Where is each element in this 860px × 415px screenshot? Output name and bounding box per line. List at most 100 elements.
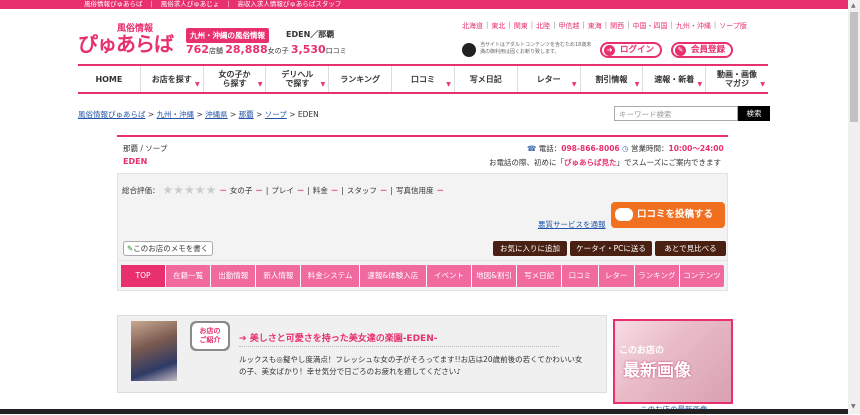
main-nav: HOME お店を探す ▼ 女の子から探す ▼ デリヘルで探す ▼ ランキング 口コミ ▼… [78,64,768,94]
breadcrumb-link[interactable]: ソープ [265,110,287,119]
vertical-scrollbar[interactable]: ▲ ▼ [848,0,860,414]
search-button[interactable]: 検索 [738,106,770,121]
area-links: 北海道 | 東北 | 関東 | 北陸 | 甲信越 | 東海 | 関西 | 中国・四国 | 九州・… [462,21,747,31]
nav-shop-search[interactable]: お店を探す ▼ [141,66,204,92]
memo-button[interactable]: ✎このお店のメモを書く [123,241,214,256]
nav-label: 女の子から探す [218,70,251,88]
area-link[interactable]: 北海道 [462,21,483,31]
tab-contents[interactable]: コンテンツ [680,265,724,287]
region-badge: 九州・沖縄の風俗情報 [186,28,269,43]
note-key: ぴゅあらば見た [564,158,617,167]
rating-label: 総合評価： [122,185,160,195]
nav-video-magazine[interactable]: 動画・画像マガジ ▼ [706,66,768,92]
breadcrumb-link[interactable]: 風俗情報ぴゅあらば [78,110,146,119]
login-label: ログイン [620,45,655,55]
nav-ranking[interactable]: ランキング [329,66,393,92]
top-links: 風俗情報ぴゅあらば | 風俗求人ぴゅあじょ | 高収入求人情報ぴゅあらばスタッフ [84,0,341,9]
tab-ranking[interactable]: ランキング [635,265,680,287]
top-bar: 風俗情報ぴゅあらば | 風俗求人ぴゅあじょ | 高収入求人情報ぴゅあらばスタッフ [0,0,860,9]
nav-reviews[interactable]: 口コミ ▼ [392,66,455,92]
latest-images-banner[interactable]: このお店の 最新画像 [613,319,733,404]
site-stats: 762店舗 28,888女の子 3,530口コミ [186,43,347,56]
area-link[interactable]: 関東 [514,21,528,31]
triangle-down-icon: ▼ [697,81,703,88]
shop-category: 那覇 / ソープ [123,144,168,153]
nav-discount[interactable]: 割引情報 ▼ [581,66,644,92]
triangle-down-icon: ▼ [571,81,577,88]
top-link-kyujin[interactable]: 風俗求人ぴゅあじょ [161,0,220,9]
nav-label: 写メ日記 [469,74,502,84]
rating-item: スタッフ [346,185,377,195]
area-link[interactable]: 東北 [491,21,505,31]
nav-girl-search[interactable]: 女の子から探す ▼ [204,66,267,92]
post-review-label: 口コミを投稿する [636,209,713,220]
area-link[interactable]: 甲信越 [558,21,579,31]
keyword-search-input[interactable]: キーワード検索 [614,106,738,121]
area-link[interactable]: ソープ版 [719,21,747,31]
tab-pricing[interactable]: 料金システム [301,265,360,287]
breadcrumb-current: EDEN [297,110,319,119]
nav-photo-diary[interactable]: 写メ日記 [455,66,518,92]
breadcrumb-link[interactable]: 那覇 [239,110,254,119]
intro-title: ➔ 美しさと可愛さを持った美女達の楽園-EDEN- [239,331,437,344]
star-icon: ★ [184,183,195,197]
site-logo[interactable]: ぴゅあらば [78,28,174,57]
tab-news-trial[interactable]: 速報&体験入店 [360,265,427,287]
rating-value: － [255,185,263,195]
rating-stars: ★★★★★ [163,184,217,196]
rating-item: 料金 [312,185,328,195]
register-button[interactable]: ✎ 会員登録 [671,42,734,58]
tab-newcomers[interactable]: 新人情報 [256,265,302,287]
intro-badge: お店の ご紹介 [190,321,230,351]
triangle-down-icon: ▼ [320,81,326,88]
tab-photo-diary[interactable]: 写メ日記 [517,265,563,287]
tab-top[interactable]: TOP [121,265,167,287]
breadcrumb: 風俗情報ぴゅあらば > 九州・沖縄 > 沖縄県 > 那覇 > ソープ > EDE… [78,110,319,119]
tab-reviews[interactable]: 口コミ [562,265,599,287]
add-favorite-button[interactable]: お気に入りに追加 [493,241,567,256]
nav-label: 割引情報 [595,74,628,84]
separator: | [150,0,153,8]
nav-home[interactable]: HOME [78,66,141,92]
area-link[interactable]: 九州・沖縄 [676,21,711,31]
tab-roster[interactable]: 在籍一覧 [166,265,212,287]
nav-letter[interactable]: レター ▼ [518,66,581,92]
send-to-mobile-button[interactable]: ケータイ・PCに送る [570,241,652,256]
triangle-down-icon: ▼ [257,81,263,88]
nav-news[interactable]: 速報・新着 ▼ [643,66,707,92]
scroll-up-icon[interactable]: ▲ [851,2,856,9]
arrow-icon: ➜ [604,45,615,56]
tab-events[interactable]: イベント [427,265,473,287]
rating-row: 総合評価： ★★★★★ － 女の子－ | プレイ－ | 料金－ | スタッフ－ | 写真… [122,183,444,197]
star-icon: ★ [162,183,174,197]
note-pre: お電話の際、初めに「 [489,158,564,167]
top-link-staff[interactable]: 高収入求人情報ぴゅあらばスタッフ [237,0,341,9]
nav-deli-search[interactable]: デリヘルで探す ▼ [266,66,330,92]
login-button[interactable]: ➜ ログイン [600,42,663,58]
shop-tel[interactable]: 098-866-8006 [561,144,619,153]
tab-map-discount[interactable]: 地図&割引 [472,265,518,287]
area-link[interactable]: 関西 [610,21,624,31]
top-link-fuzoku[interactable]: 風俗情報ぴゅあらば [84,0,143,9]
tab-schedule[interactable]: 出勤情報 [211,265,257,287]
compare-later-button[interactable]: あとで見比べる [655,241,726,256]
nav-label: デリヘルで探す [281,70,314,88]
shop-name: EDEN [123,157,148,166]
area-link[interactable]: 東海 [588,21,602,31]
shop-header: 那覇 / ソープ EDEN ☎ 電話：098-866-8006 ◷ 営業時間：1… [117,135,728,173]
scroll-down-icon[interactable]: ▼ [851,403,856,410]
rating-item: 女の子 [229,185,253,195]
star-icon: ★ [205,183,217,197]
scroll-thumb[interactable] [850,12,858,122]
area-link[interactable]: 中国・四国 [633,21,668,31]
overall-score: － [219,185,227,195]
divider [239,346,559,347]
report-link[interactable]: 悪質サービスを通報 [538,219,606,230]
breadcrumb-link[interactable]: 沖縄県 [205,110,228,119]
breadcrumb-link[interactable]: 九州・沖縄 [157,110,195,119]
post-review-button[interactable]: 口コミを投稿する [611,202,725,228]
nav-label: お店を探す [151,74,192,84]
area-link[interactable]: 北陸 [536,21,550,31]
shops-unit: 店舗 [208,47,223,55]
tab-letter[interactable]: レター [599,265,635,287]
